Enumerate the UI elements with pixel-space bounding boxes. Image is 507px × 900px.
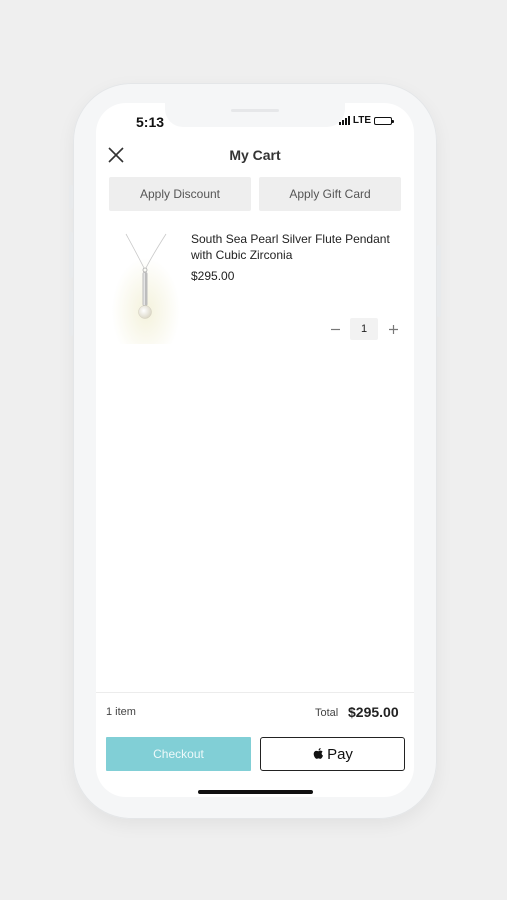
- apple-pay-button[interactable]: Pay: [260, 737, 405, 771]
- speaker: [231, 109, 279, 112]
- app-screen: 5:13 LTE My Cart Apply Discount Apply Gi…: [96, 103, 414, 797]
- apple-pay-label: Pay: [327, 745, 353, 763]
- apply-gift-card-button[interactable]: Apply Gift Card: [259, 177, 401, 211]
- item-count: 1 item: [106, 706, 136, 718]
- phone-power-button: [437, 245, 441, 317]
- status-indicators: LTE: [338, 115, 394, 126]
- footer-divider: [96, 692, 414, 693]
- home-indicator: [198, 790, 313, 794]
- page-title: My Cart: [229, 147, 281, 163]
- phone-mute-switch: [69, 185, 73, 209]
- decrease-quantity-button[interactable]: [326, 320, 344, 338]
- plus-icon: [388, 324, 398, 334]
- network-label: LTE: [352, 115, 371, 126]
- checkout-button[interactable]: Checkout: [106, 737, 251, 771]
- minus-icon: [330, 328, 340, 330]
- phone-volume-down: [69, 290, 73, 336]
- product-price: $295.00: [191, 269, 235, 283]
- product-name[interactable]: South Sea Pearl Silver Flute Pendant wit…: [191, 231, 406, 263]
- quantity-value[interactable]: 1: [350, 318, 378, 340]
- increase-quantity-button[interactable]: [384, 320, 402, 338]
- total-value: $295.00: [348, 704, 399, 720]
- status-time: 5:13: [136, 114, 165, 130]
- phone-volume-up: [69, 232, 73, 278]
- battery-icon: [374, 116, 394, 125]
- apply-discount-button[interactable]: Apply Discount: [109, 177, 251, 211]
- signal-icon: [338, 116, 350, 125]
- product-image[interactable]: [108, 226, 184, 344]
- quantity-stepper: 1: [326, 318, 402, 340]
- notch: [165, 103, 345, 127]
- apple-logo-icon: [313, 747, 324, 759]
- total-label: Total: [315, 707, 339, 719]
